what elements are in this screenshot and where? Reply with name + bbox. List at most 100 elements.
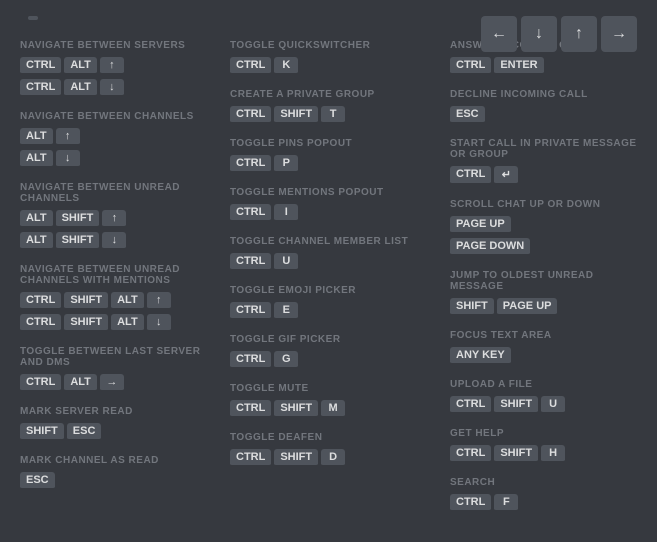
section-title-1-6: TOGGLE GIF PICKER	[230, 334, 440, 345]
keys-row-1-6-0: CTRLG	[230, 351, 440, 369]
key-2-8-0-1: F	[494, 494, 518, 512]
key-0-3-0-2: ALT	[111, 292, 144, 310]
keys-row-2-0-0: CTRLENTER	[450, 57, 637, 75]
section-0-6: MARK CHANNEL AS READESC	[20, 455, 220, 490]
key-2-7-0-0: CTRL	[450, 445, 491, 463]
key-0-5-0-0: SHIFT	[20, 423, 64, 441]
key-1-3-0-1: I	[274, 204, 298, 222]
keys-row-0-0-1: CTRLALT↓	[20, 79, 220, 97]
keys-row-1-2-0: CTRLP	[230, 155, 440, 173]
section-title-0-4: TOGGLE BETWEEN LAST SERVER AND DMS	[20, 346, 220, 368]
section-0-0: NAVIGATE BETWEEN SERVERSCTRLALT↑CTRLALT↓	[20, 40, 220, 97]
key-0-2-1-0: ALT	[20, 232, 53, 250]
arrow-btn-2[interactable]: ↑	[561, 16, 597, 52]
arrow-navigation: ←↓↑→	[481, 16, 637, 52]
section-title-2-7: GET HELP	[450, 428, 637, 439]
section-title-1-2: TOGGLE PINS POPOUT	[230, 138, 440, 149]
section-1-1: CREATE A PRIVATE GROUPCTRLSHIFTT	[230, 89, 440, 124]
keys-row-2-3-1: PAGE DOWN	[450, 238, 637, 256]
key-1-1-0-2: T	[321, 106, 345, 124]
section-2-4: JUMP TO OLDEST UNREAD MESSAGE SHIFTPAGE U…	[450, 270, 637, 316]
section-title-1-3: TOGGLE MENTIONS POPOUT	[230, 187, 440, 198]
keys-row-2-1-0: ESC	[450, 106, 637, 124]
key-0-3-0-0: CTRL	[20, 292, 61, 310]
section-0-1: NAVIGATE BETWEEN CHANNELSALT↑ALT↓	[20, 111, 220, 168]
section-title-0-3: NAVIGATE BETWEEN UNREAD CHANNELS WITH ME…	[20, 264, 220, 286]
key-0-3-0-3: ↑	[147, 292, 171, 310]
section-title-2-4: JUMP TO OLDEST UNREAD MESSAGE	[450, 270, 637, 292]
section-title-2-6: UPLOAD A FILE	[450, 379, 637, 390]
section-title-1-4: TOGGLE CHANNEL MEMBER LIST	[230, 236, 440, 247]
section-title-1-7: TOGGLE MUTE	[230, 383, 440, 394]
keys-row-0-0-0: CTRLALT↑	[20, 57, 220, 75]
main-container: ←↓↑→ NAVIGATE BETWEEN SERVERSCTRLALT↑CTR…	[0, 0, 657, 542]
key-0-3-1-2: ALT	[111, 314, 144, 332]
key-2-2-0-1: ↵	[494, 166, 518, 185]
keys-row-0-2-0: ALTSHIFT↑	[20, 210, 220, 228]
key-1-1-0-1: SHIFT	[274, 106, 318, 124]
key-1-2-0-1: P	[274, 155, 298, 173]
keys-row-0-1-1: ALT↓	[20, 150, 220, 168]
keys-row-1-5-0: CTRLE	[230, 302, 440, 320]
section-1-4: TOGGLE CHANNEL MEMBER LISTCTRLU	[230, 236, 440, 271]
keys-row-1-7-0: CTRLSHIFTM	[230, 400, 440, 418]
key-2-7-0-2: H	[541, 445, 565, 463]
key-0-2-0-1: SHIFT	[56, 210, 100, 228]
key-2-1-0-0: ESC	[450, 106, 485, 124]
section-title-1-5: TOGGLE EMOJI PICKER	[230, 285, 440, 296]
key-2-3-0-0: PAGE UP	[450, 216, 511, 234]
section-2-2: START CALL IN PRIVATE MESSAGE OR GROUPCT…	[450, 138, 637, 185]
section-title-0-1: NAVIGATE BETWEEN CHANNELS	[20, 111, 220, 122]
key-0-1-1-0: ALT	[20, 150, 53, 168]
column-1: TOGGLE QUICKSWITCHERCTRLKCREATE A PRIVAT…	[230, 40, 440, 526]
section-title-2-5: FOCUS TEXT AREA	[450, 330, 637, 341]
key-0-0-0-1: ALT	[64, 57, 97, 75]
key-1-0-0-1: K	[274, 57, 298, 75]
key-1-6-0-1: G	[274, 351, 298, 369]
key-0-0-1-2: ↓	[100, 79, 124, 97]
section-title-2-2: START CALL IN PRIVATE MESSAGE OR GROUP	[450, 138, 637, 160]
keys-row-1-0-0: CTRLK	[230, 57, 440, 75]
key-1-2-0-0: CTRL	[230, 155, 271, 173]
key-0-5-0-1: ESC	[67, 423, 102, 441]
section-0-4: TOGGLE BETWEEN LAST SERVER AND DMS CTRLAL…	[20, 346, 220, 392]
key-2-4-0-0: SHIFT	[450, 298, 494, 316]
key-1-8-0-0: CTRL	[230, 449, 271, 467]
arrow-btn-3[interactable]: →	[601, 16, 637, 52]
keys-row-0-4-0: CTRLALT→	[20, 374, 220, 392]
key-0-2-0-0: ALT	[20, 210, 53, 228]
key-2-0-0-0: CTRL	[450, 57, 491, 75]
section-2-8: SEARCHCTRLF	[450, 477, 637, 512]
key-2-6-0-1: SHIFT	[494, 396, 538, 414]
key-1-1-0-0: CTRL	[230, 106, 271, 124]
key-0-0-1-1: ALT	[64, 79, 97, 97]
keys-row-1-8-0: CTRLSHIFTD	[230, 449, 440, 467]
key-2-7-0-1: SHIFT	[494, 445, 538, 463]
arrow-btn-1[interactable]: ↓	[521, 16, 557, 52]
key-0-1-1-1: ↓	[56, 150, 80, 168]
section-title-1-8: TOGGLE DEAFEN	[230, 432, 440, 443]
content-grid: NAVIGATE BETWEEN SERVERSCTRLALT↑CTRLALT↓…	[20, 40, 637, 526]
key-0-2-1-2: ↓	[102, 232, 126, 250]
key-0-1-0-0: ALT	[20, 128, 53, 146]
key-1-7-0-2: M	[321, 400, 345, 418]
key-2-4-0-1: PAGE UP	[497, 298, 558, 316]
arrow-btn-0[interactable]: ←	[481, 16, 517, 52]
section-1-3: TOGGLE MENTIONS POPOUTCTRLI	[230, 187, 440, 222]
key-1-7-0-1: SHIFT	[274, 400, 318, 418]
key-2-5-0-0: ANY KEY	[450, 347, 511, 365]
section-1-8: TOGGLE DEAFEN CTRLSHIFTD	[230, 432, 440, 467]
key-0-0-0-2: ↑	[100, 57, 124, 75]
keys-row-2-3-0: PAGE UP	[450, 216, 637, 234]
key-2-6-0-0: CTRL	[450, 396, 491, 414]
key-1-6-0-0: CTRL	[230, 351, 271, 369]
key-0-1-0-1: ↑	[56, 128, 80, 146]
key-0-0-0-0: CTRL	[20, 57, 61, 75]
key-1-8-0-1: SHIFT	[274, 449, 318, 467]
keys-row-0-3-1: CTRLSHIFTALT↓	[20, 314, 220, 332]
section-title-1-0: TOGGLE QUICKSWITCHER	[230, 40, 440, 51]
keys-row-0-2-1: ALTSHIFT↓	[20, 232, 220, 250]
keys-row-1-1-0: CTRLSHIFTT	[230, 106, 440, 124]
keys-row-2-6-0: CTRLSHIFTU	[450, 396, 637, 414]
key-2-0-0-1: ENTER	[494, 57, 543, 75]
